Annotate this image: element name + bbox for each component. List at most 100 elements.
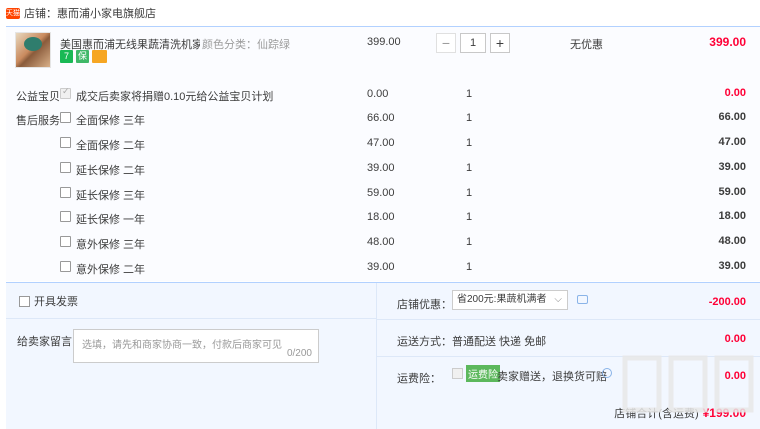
- invoice-option[interactable]: 开具发票: [19, 293, 78, 309]
- aftersale-row: 延长保修 一年 18.00 1 18.00: [6, 207, 760, 229]
- aftersale-row: 意外保修 二年 39.00 1 39.00: [6, 257, 760, 279]
- charity-row: 公益宝贝 成交后卖家将捐赠0.10元给公益宝贝计划 0.00 1 0.00: [6, 84, 760, 106]
- aftersale-option-price: 18.00: [367, 211, 395, 223]
- message-placeholder: 选填，请先和商家协商一致，付款后商家可见: [82, 340, 282, 351]
- aftersale-option-price: 47.00: [367, 137, 395, 149]
- order-extras: 开具发票 给卖家留言： 选填，请先和商家协商一致，付款后商家可见 0/200 店…: [6, 282, 760, 429]
- aftersale-option-total: 47.00: [718, 136, 746, 148]
- shop-name-link[interactable]: 惠而浦小家电旗舰店: [57, 5, 156, 21]
- aftersale-option-qty: 1: [466, 112, 473, 124]
- charity-checkbox[interactable]: [60, 87, 71, 99]
- shipping-value: 0.00: [724, 333, 746, 345]
- aftersale-option-total: 39.00: [718, 260, 746, 272]
- tmall-icon: 天猫: [6, 7, 20, 19]
- charity-qty: 1: [466, 88, 473, 100]
- aftersale-checkbox[interactable]: [60, 162, 71, 173]
- aftersale-option-name: 全面保修 二年: [76, 140, 146, 152]
- aftersale-option-qty: 1: [466, 162, 473, 174]
- aftersale-option-price: 59.00: [367, 187, 395, 199]
- coupon-select[interactable]: 省200元:果蔬机满者 ⌵: [452, 290, 568, 310]
- coupon-value: -200.00: [708, 296, 746, 308]
- aftersale-option-name: 延长保修 三年: [76, 190, 146, 202]
- aftersale-option-qty: 1: [466, 236, 473, 248]
- coupon-label: 店铺优惠：: [397, 299, 452, 311]
- item-row: 美国惠而浦无线果蔬清洗机家用... 颜色分类：仙踪绿 7 保 399.00 − …: [6, 27, 760, 75]
- aftersale-option-total: 48.00: [718, 235, 746, 247]
- insurance-row: 运费险： 运费险 卖家赠送，退换货可赔 0.00: [377, 357, 760, 394]
- aftersale-label: 售后服务: [16, 115, 60, 127]
- card-icon[interactable]: [92, 50, 107, 63]
- seven-day-return-icon[interactable]: 7: [60, 50, 73, 63]
- decrease-button[interactable]: −: [436, 33, 456, 53]
- aftersale-option-price: 39.00: [367, 261, 395, 273]
- chat-icon[interactable]: [577, 295, 588, 304]
- shipping-method: 普通配送 快递 免邮: [452, 336, 547, 348]
- aftersale-row: 全面保修 二年 47.00 1 47.00: [6, 133, 760, 155]
- aftersale-checkbox[interactable]: [60, 112, 71, 123]
- aftersale-checkbox[interactable]: [60, 261, 71, 272]
- charity-label: 公益宝贝: [16, 91, 60, 103]
- shipping-row: 运送方式： 普通配送 快递 免邮 0.00: [377, 320, 760, 357]
- invoice-label: 开具发票: [34, 296, 78, 308]
- charity-total: 0.00: [724, 87, 746, 99]
- aftersale-option-qty: 1: [466, 261, 473, 273]
- charity-text: 成交后卖家将捐赠0.10元给公益宝贝计划: [76, 91, 274, 103]
- message-char-count: 0/200: [286, 348, 312, 359]
- sku-label: 颜色分类：: [202, 39, 257, 51]
- unit-price: 399.00: [367, 36, 401, 48]
- aftersale-option-price: 48.00: [367, 236, 395, 248]
- aftersale-option-price: 66.00: [367, 112, 395, 124]
- insurance-text: 卖家赠送，退换货可赔: [497, 371, 607, 383]
- aftersale-option-qty: 1: [466, 137, 473, 149]
- chevron-down-icon: ⌵: [554, 294, 562, 305]
- aftersale-option-total: 18.00: [718, 210, 746, 222]
- insurance-checkbox[interactable]: [452, 368, 463, 379]
- aftersale-option-name: 延长保修 二年: [76, 165, 146, 177]
- sku-value: 仙踪绿: [257, 39, 290, 51]
- aftersale-row: 延长保修 三年 59.00 1 59.00: [6, 183, 760, 205]
- aftersale-option-price: 39.00: [367, 162, 395, 174]
- store-total-label: 店铺合计(含运费): [614, 408, 699, 420]
- left-pane: 开具发票 给卖家留言： 选填，请先和商家协商一致，付款后商家可见 0/200: [6, 283, 377, 429]
- aftersale-option-name: 延长保修 一年: [76, 214, 146, 226]
- invoice-checkbox[interactable]: [19, 295, 30, 307]
- info-icon[interactable]: [602, 368, 612, 378]
- product-sku: 颜色分类：仙踪绿: [202, 36, 290, 52]
- aftersale-option-name: 全面保修 三年: [76, 115, 146, 127]
- shop-label: 店铺：: [24, 8, 57, 20]
- quantity-stepper: − 1 +: [436, 33, 510, 53]
- aftersale-row: 售后服务 全面保修 三年 66.00 1 66.00: [6, 108, 760, 130]
- store-total: 店铺合计(含运费) ¥199.00: [614, 405, 746, 421]
- aftersale-checkbox[interactable]: [60, 211, 71, 222]
- service-badges: 7 保: [60, 50, 107, 63]
- aftersale-option-total: 66.00: [718, 111, 746, 123]
- increase-button[interactable]: +: [490, 33, 510, 53]
- charity-price: 0.00: [367, 88, 389, 100]
- product-thumbnail[interactable]: [15, 32, 51, 68]
- aftersale-checkbox[interactable]: [60, 236, 71, 247]
- item-promo: 无优惠: [570, 39, 603, 51]
- aftersale-option-qty: 1: [466, 211, 473, 223]
- aftersale-option-total: 59.00: [718, 186, 746, 198]
- store-total-value: ¥199.00: [702, 406, 746, 420]
- item-total: 399.00: [709, 35, 746, 49]
- aftersale-option-qty: 1: [466, 187, 473, 199]
- insurance-value: 0.00: [724, 370, 746, 382]
- aftersale-row: 意外保修 三年 48.00 1 48.00: [6, 232, 760, 254]
- message-textarea[interactable]: 选填，请先和商家协商一致，付款后商家可见 0/200: [73, 329, 319, 363]
- guarantee-icon[interactable]: 保: [76, 50, 89, 63]
- aftersale-checkbox[interactable]: [60, 137, 71, 148]
- order-item-block: 美国惠而浦无线果蔬清洗机家用... 颜色分类：仙踪绿 7 保 399.00 − …: [6, 26, 760, 281]
- aftersale-checkbox[interactable]: [60, 187, 71, 198]
- coupon-row: 店铺优惠： 省200元:果蔬机满者 ⌵ -200.00: [377, 283, 760, 320]
- coupon-selected: 省200元:果蔬机满者: [457, 294, 547, 305]
- shop-header: 天猫 店铺： 惠而浦小家电旗舰店: [0, 0, 760, 26]
- aftersale-option-name: 意外保修 三年: [76, 239, 146, 251]
- quantity-input[interactable]: 1: [460, 33, 486, 53]
- insurance-tag: 运费险: [466, 365, 500, 382]
- insurance-label: 运费险：: [397, 373, 441, 385]
- aftersale-option-name: 意外保修 二年: [76, 264, 146, 276]
- aftersale-row: 延长保修 二年 39.00 1 39.00: [6, 158, 760, 180]
- aftersale-option-total: 39.00: [718, 161, 746, 173]
- shipping-label: 运送方式：: [397, 336, 452, 348]
